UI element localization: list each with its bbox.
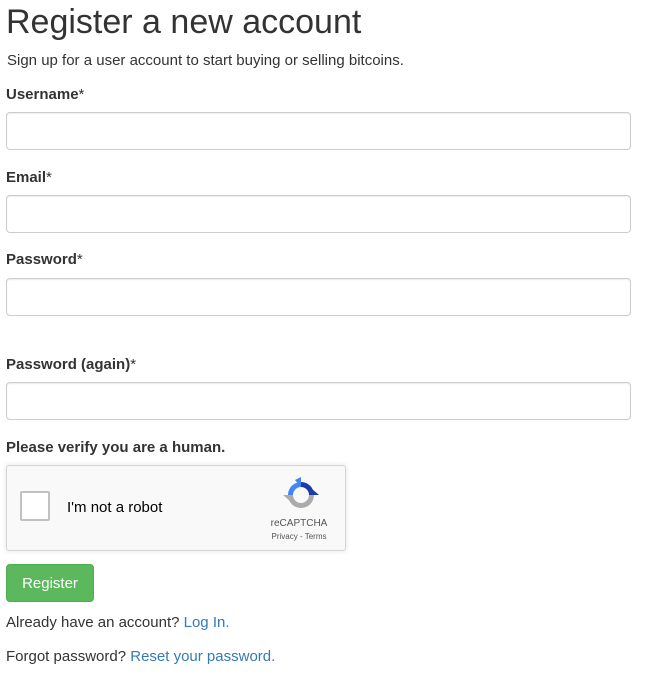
password-input[interactable] (6, 278, 631, 316)
recaptcha-widget: I'm not a robot reCAPTCHA Privacy - Term… (6, 465, 346, 551)
page-subtitle: Sign up for a user account to start buyi… (7, 52, 404, 69)
login-line: Already have an account? Log In. (6, 614, 230, 631)
login-prompt: Already have an account? (6, 614, 180, 631)
required-marker: * (76, 251, 83, 268)
captcha-checkbox[interactable] (20, 491, 50, 521)
page-title: Register a new account (6, 3, 362, 41)
recaptcha-logo-icon (283, 477, 319, 508)
username-label-text: Username (6, 86, 79, 103)
forgot-password-line: Forgot password? Reset your password. (6, 648, 275, 665)
recaptcha-brand: reCAPTCHA (270, 518, 328, 529)
links-separator: - (299, 532, 303, 541)
username-input[interactable] (6, 112, 631, 150)
email-label-text: Email (6, 169, 47, 186)
required-marker: * (130, 356, 137, 373)
forgot-prompt: Forgot password? (6, 648, 127, 665)
register-button[interactable]: Register (6, 564, 94, 602)
password-label-text: Password (6, 251, 77, 268)
password-label: Password* (6, 251, 83, 268)
required-marker: * (46, 169, 52, 186)
captcha-prompt: Please verify you are a human. (6, 439, 226, 456)
privacy-link[interactable]: Privacy (272, 532, 298, 541)
password-again-label: Password (again)* (6, 356, 136, 373)
terms-link[interactable]: Terms (305, 532, 327, 541)
username-label: Username* (6, 86, 84, 103)
login-link[interactable]: Log In. (184, 614, 230, 631)
required-marker: * (78, 86, 85, 103)
captcha-checkbox-label: I'm not a robot (67, 499, 163, 516)
password-again-label-text: Password (again) (6, 356, 131, 373)
password-again-input[interactable] (6, 382, 631, 420)
email-input[interactable] (6, 195, 631, 233)
recaptcha-links: Privacy - Terms (259, 532, 339, 541)
reset-password-link[interactable]: Reset your password. (130, 648, 275, 665)
email-label: Email* (6, 169, 52, 186)
